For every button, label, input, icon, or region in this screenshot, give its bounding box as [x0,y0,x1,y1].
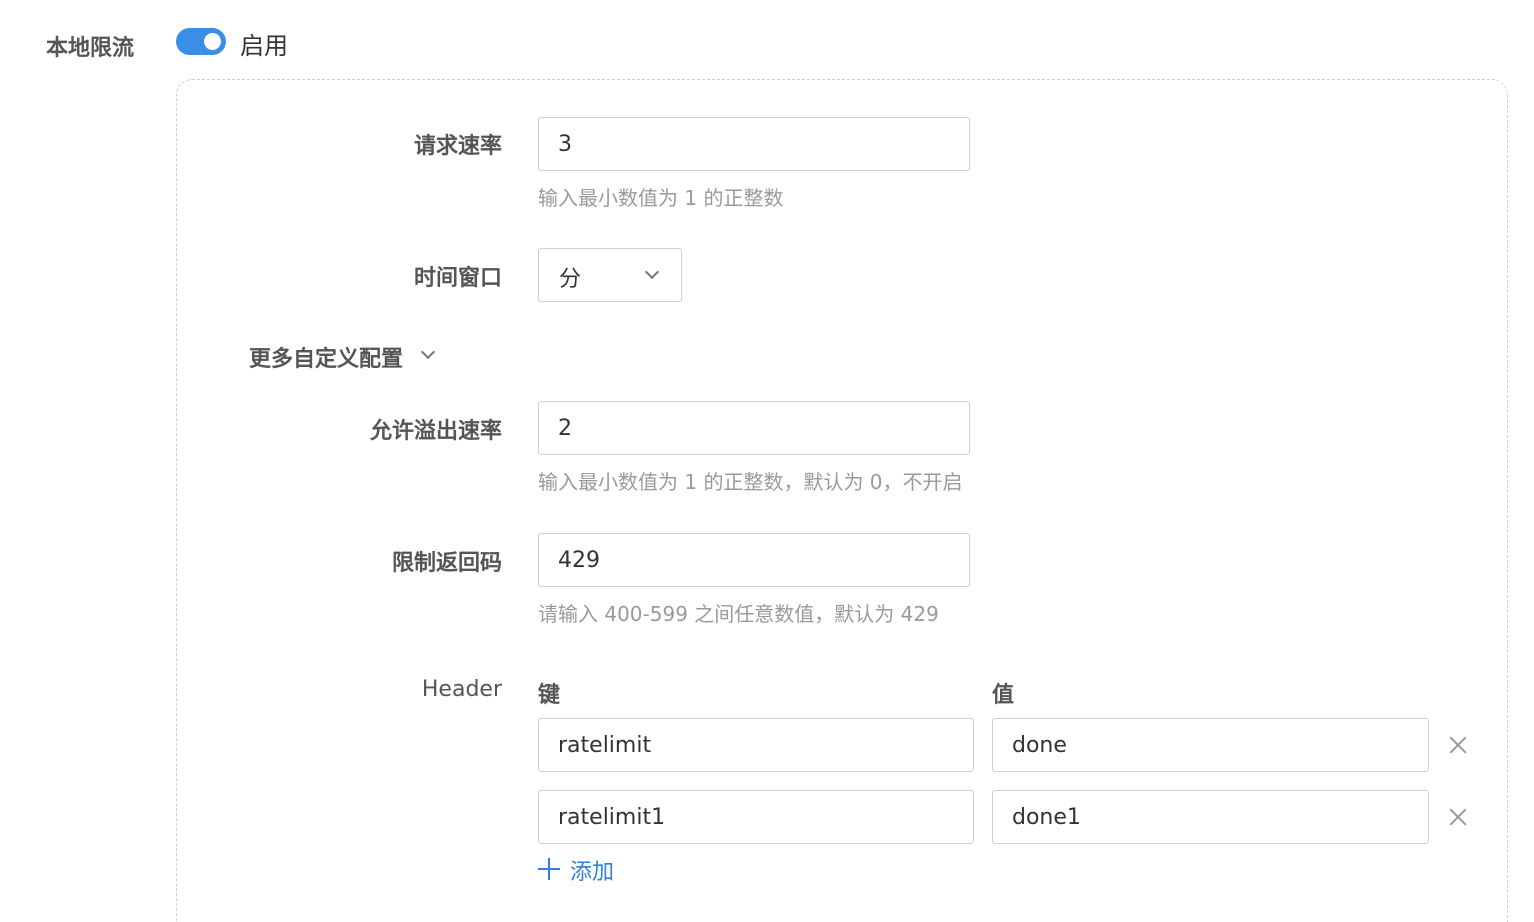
window-select-value: 分 [559,267,582,292]
more-config-toggle[interactable]: 更多自定义配置 [249,341,436,373]
header-value-input[interactable] [992,718,1429,772]
close-icon[interactable] [1447,806,1469,828]
close-icon[interactable] [1447,734,1469,756]
rate-hint: 输入最小数值为 1 的正整数 [538,186,784,210]
code-label: 限制返回码 [391,551,502,576]
more-config-label: 更多自定义配置 [249,347,404,372]
header-value-input[interactable] [992,790,1429,844]
burst-hint: 输入最小数值为 1 的正整数，默认为 0，不开启 [538,470,963,494]
value-column-header: 值 [992,683,1015,708]
chevron-down-icon [644,264,660,280]
window-label: 时间窗口 [413,266,502,291]
code-input[interactable] [538,533,970,587]
window-select[interactable]: 分 [538,248,682,302]
header-key-input[interactable] [538,790,974,844]
rate-label: 请求速率 [413,134,502,159]
burst-input[interactable] [538,401,970,455]
enable-toggle[interactable] [176,28,226,55]
header-key-input[interactable] [538,718,974,772]
add-header-label: 添加 [570,860,615,885]
burst-label: 允许溢出速率 [369,419,502,444]
plus-icon [538,858,560,880]
header-label: Header [421,677,502,702]
toggle-knob [204,33,221,50]
code-hint: 请输入 400-599 之间任意数值，默认为 429 [538,602,939,626]
toggle-label: 启用 [240,32,288,60]
rate-limit-config: 本地限流 启用 请求速率 输入最小数值为 1 的正整数 时间窗口 分 更多自定义… [0,0,1534,922]
rate-input[interactable] [538,117,970,171]
key-column-header: 键 [538,683,561,708]
section-title: 本地限流 [46,36,135,61]
